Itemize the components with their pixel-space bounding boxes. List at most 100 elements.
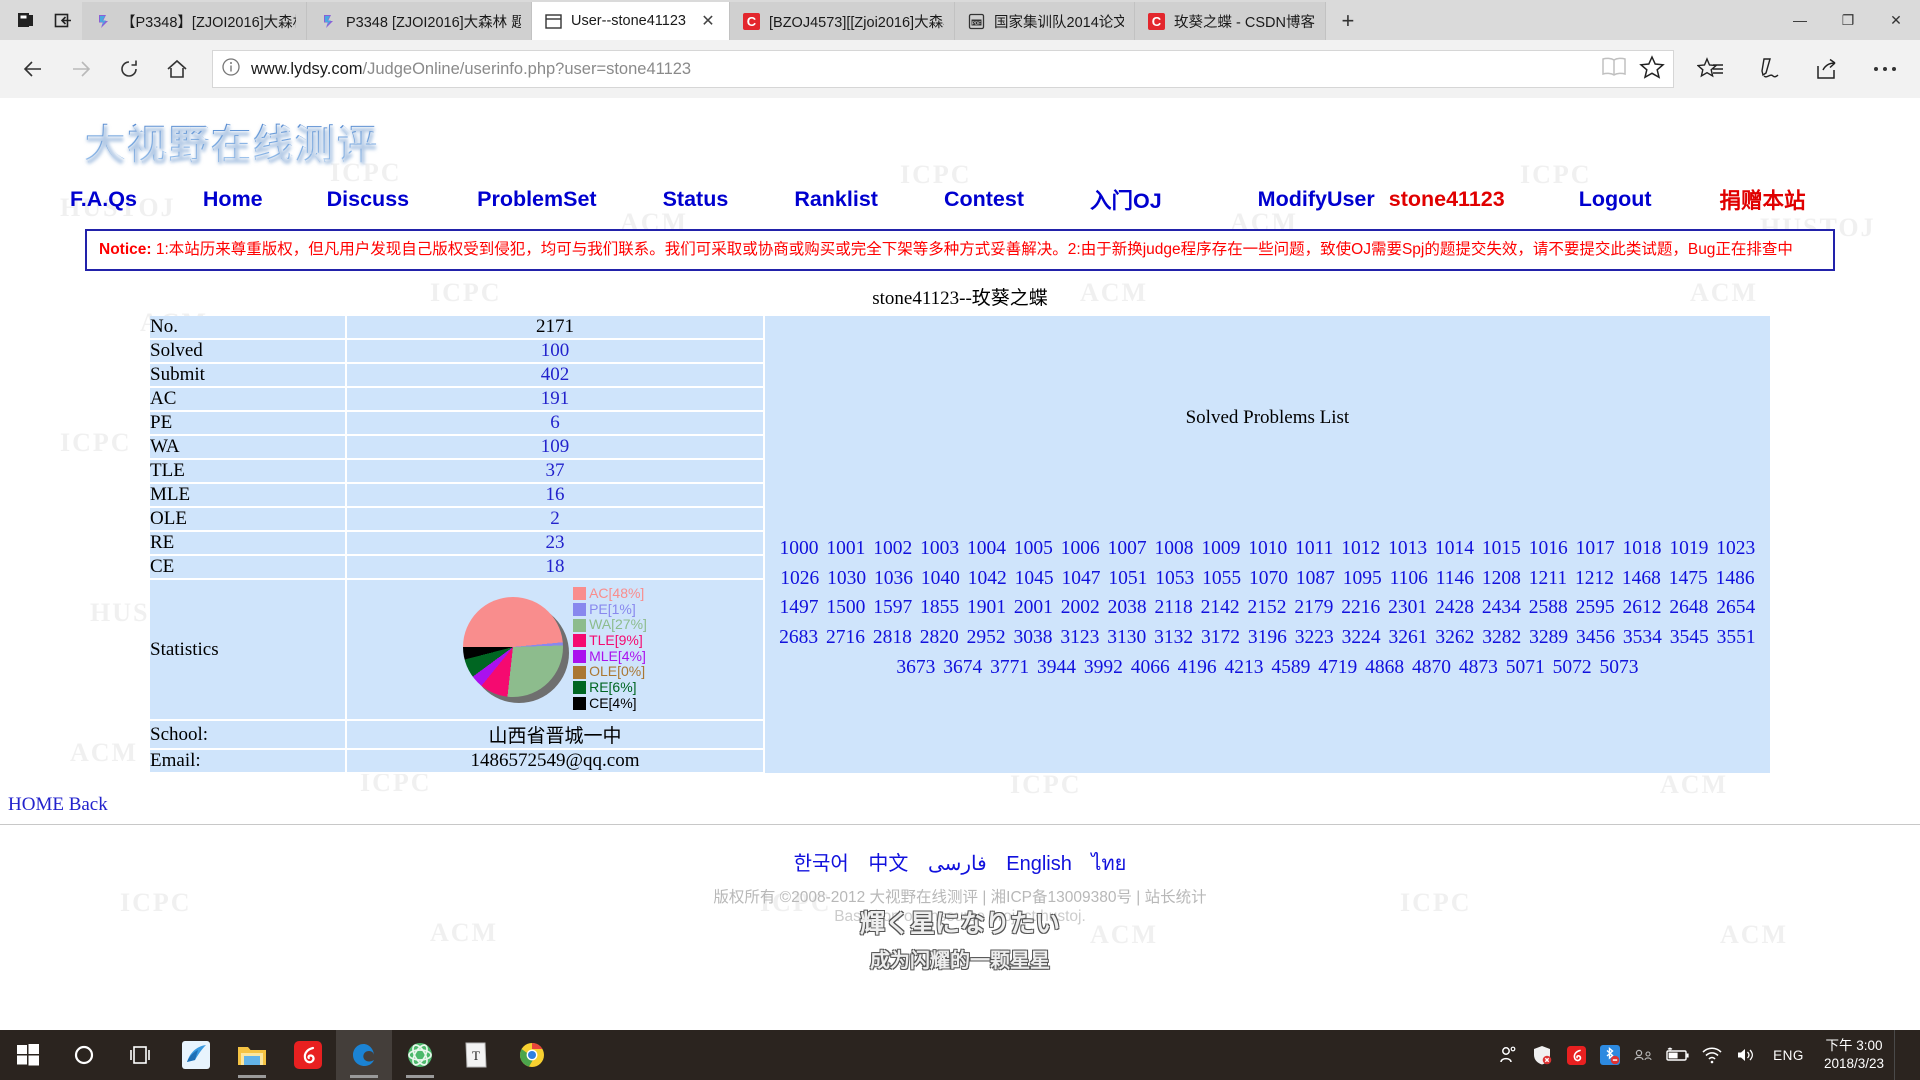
minimize-button[interactable]: — bbox=[1776, 0, 1824, 40]
nav-item-discuss[interactable]: Discuss bbox=[327, 187, 409, 212]
nav-item-logout[interactable]: Logout bbox=[1579, 187, 1652, 212]
taskbar-app-edge[interactable] bbox=[336, 1030, 392, 1080]
tab-strip: 【P3348】[ZJOI2016]大森材 P3348 [ZJOI2016]大森林… bbox=[0, 0, 1920, 40]
browser-tab[interactable]: C [BZOJ4573][[Zjoi2016]大森材 bbox=[730, 2, 955, 40]
close-tab-icon[interactable]: ✕ bbox=[697, 10, 719, 32]
slogan-chinese: 成为闪耀的一颗星星 bbox=[870, 948, 1050, 973]
taskbar-app-chrome[interactable] bbox=[504, 1030, 560, 1080]
reading-view-icon[interactable] bbox=[1601, 56, 1627, 83]
favorite-star-icon[interactable] bbox=[1639, 54, 1665, 85]
show-desktop-button[interactable] bbox=[1894, 1030, 1916, 1080]
legend-label: AC[48%] bbox=[589, 585, 645, 602]
clock[interactable]: 下午 3:00 2018/3/23 bbox=[1814, 1037, 1894, 1073]
wifi-icon[interactable] bbox=[1695, 1030, 1729, 1080]
nav-item-problemset[interactable]: ProblemSet bbox=[477, 187, 596, 212]
browser-tab-active[interactable]: User--stone41123 ✕ bbox=[532, 2, 730, 40]
netease-icon[interactable] bbox=[1559, 1030, 1593, 1080]
battery-icon[interactable] bbox=[1661, 1030, 1695, 1080]
tab-list-icon[interactable] bbox=[6, 0, 44, 40]
row-value: 6 bbox=[346, 411, 765, 437]
language-indicator[interactable]: ENG bbox=[1763, 1048, 1814, 1063]
nav-item-faqs[interactable]: F.A.Qs bbox=[70, 187, 137, 212]
new-tab-button[interactable]: + bbox=[1326, 2, 1370, 40]
legend-swatch bbox=[573, 587, 587, 601]
site-logo[interactable]: 大视野在线测评 bbox=[85, 112, 379, 170]
url-path: /JudgeOnline/userinfo.php?user=stone4112… bbox=[362, 59, 692, 78]
csdn-icon: C bbox=[742, 12, 761, 31]
statistics-chart-cell: AC[48%] PE[1%] WA[27%] TLE[9%] MLE[4%] OLE[0%… bbox=[346, 579, 765, 722]
row-value: 191 bbox=[346, 387, 765, 413]
row-value: 402 bbox=[346, 363, 765, 389]
nav-item-donate[interactable]: 捐赠本站 bbox=[1720, 184, 1806, 215]
volume-icon[interactable] bbox=[1729, 1030, 1763, 1080]
nav-item-username[interactable]: stone41123 bbox=[1389, 187, 1505, 212]
nav-item-home[interactable]: Home bbox=[203, 187, 263, 212]
tab-title: 玫葵之蝶 - CSDN博客 bbox=[1174, 14, 1315, 31]
row-label: AC bbox=[150, 387, 348, 413]
forward-icon[interactable] bbox=[58, 46, 104, 92]
row-label: MLE bbox=[150, 483, 348, 509]
svg-text:PDF: PDF bbox=[972, 20, 981, 25]
lang-chinese[interactable]: 中文 bbox=[868, 853, 908, 875]
nav-item-ranklist[interactable]: Ranklist bbox=[794, 187, 878, 212]
web-note-icon[interactable] bbox=[1744, 46, 1794, 92]
window-controls: — ❐ ✕ bbox=[1776, 0, 1920, 40]
taskbar-app-texstudio[interactable]: T bbox=[448, 1030, 504, 1080]
reload-icon[interactable] bbox=[106, 46, 152, 92]
people-icon[interactable] bbox=[1491, 1030, 1525, 1080]
nav-item-status[interactable]: Status bbox=[663, 187, 729, 212]
task-view-button[interactable] bbox=[112, 1030, 168, 1080]
lang-korean[interactable]: 한국어 bbox=[794, 853, 849, 875]
maximize-button[interactable]: ❐ bbox=[1824, 0, 1872, 40]
address-bar[interactable]: www.lydsy.com/JudgeOnline/userinfo.php?u… bbox=[212, 50, 1674, 88]
legend-swatch bbox=[573, 665, 587, 679]
svg-text:C: C bbox=[1152, 14, 1162, 29]
nav-item-rumen-oj[interactable]: 入门OJ bbox=[1090, 184, 1162, 215]
row-label: No. bbox=[150, 316, 348, 341]
share-icon[interactable] bbox=[1802, 46, 1852, 92]
defender-icon[interactable] bbox=[1525, 1030, 1559, 1080]
notice-label: Notice: bbox=[99, 241, 152, 258]
solved-problems-list[interactable]: 1000 1001 1002 1003 1004 1005 1006 1007 … bbox=[765, 534, 1770, 682]
legend-label: MLE[4%] bbox=[589, 647, 646, 664]
lang-english[interactable]: English bbox=[1006, 853, 1072, 875]
row-value: 2171 bbox=[346, 316, 765, 341]
legend-item: TLE[9%] bbox=[573, 632, 647, 649]
notice-text: 1:本站历来尊重版权，但凡用户发现自己版权受到侵犯，均可与我们联系。我们可采取或… bbox=[155, 241, 1793, 258]
browser-tab[interactable]: PDF 国家集训队2014论文集.pdf bbox=[955, 2, 1135, 40]
home-back-link[interactable]: HOME Back bbox=[8, 794, 1920, 816]
nav-item-modifyuser[interactable]: ModifyUser bbox=[1258, 187, 1375, 212]
legend-item: WA[27%] bbox=[573, 617, 647, 633]
taskbar-app-netease-music[interactable] bbox=[280, 1030, 336, 1080]
bluetooth-icon[interactable] bbox=[1593, 1030, 1627, 1080]
address-bar-icons bbox=[1601, 54, 1665, 85]
back-icon[interactable] bbox=[10, 46, 56, 92]
row-label: OLE bbox=[150, 507, 348, 533]
taskbar-app-atom[interactable] bbox=[392, 1030, 448, 1080]
nav-item-contest[interactable]: Contest bbox=[944, 187, 1024, 212]
lang-thai[interactable]: ไทย bbox=[1091, 853, 1126, 875]
hidden-icons[interactable] bbox=[1627, 1030, 1661, 1080]
tab-title: 国家集训队2014论文集.pdf bbox=[994, 14, 1124, 31]
info-icon[interactable] bbox=[221, 57, 241, 82]
hub-icon[interactable] bbox=[1686, 46, 1736, 92]
legend-item: RE[6%] bbox=[573, 679, 647, 696]
more-icon[interactable] bbox=[1860, 46, 1910, 92]
taskbar-app-explorer[interactable] bbox=[224, 1030, 280, 1080]
browser-tab[interactable]: 【P3348】[ZJOI2016]大森材 bbox=[82, 2, 307, 40]
pie-chart-legend: AC[48%] PE[1%] WA[27%] TLE[9%] MLE[4%] OLE[0%… bbox=[573, 585, 647, 712]
start-button[interactable] bbox=[0, 1030, 56, 1080]
legend-item: MLE[4%] bbox=[573, 647, 647, 665]
browser-tab[interactable]: P3348 [ZJOI2016]大森林 题 bbox=[307, 2, 532, 40]
url-text: www.lydsy.com/JudgeOnline/userinfo.php?u… bbox=[251, 60, 691, 79]
browser-tab[interactable]: C 玫葵之蝶 - CSDN博客 bbox=[1135, 2, 1326, 40]
legend-item: CE[4%] bbox=[573, 695, 647, 712]
taskbar-app-foxmail[interactable] bbox=[168, 1030, 224, 1080]
set-tabs-aside-icon[interactable] bbox=[44, 0, 82, 40]
legend-item: OLE[0%] bbox=[573, 664, 647, 680]
close-window-button[interactable]: ✕ bbox=[1872, 0, 1920, 40]
legend-swatch bbox=[573, 603, 587, 617]
cortana-button[interactable] bbox=[56, 1030, 112, 1080]
lang-persian[interactable]: فارسی bbox=[928, 853, 987, 875]
home-icon[interactable] bbox=[154, 46, 200, 92]
